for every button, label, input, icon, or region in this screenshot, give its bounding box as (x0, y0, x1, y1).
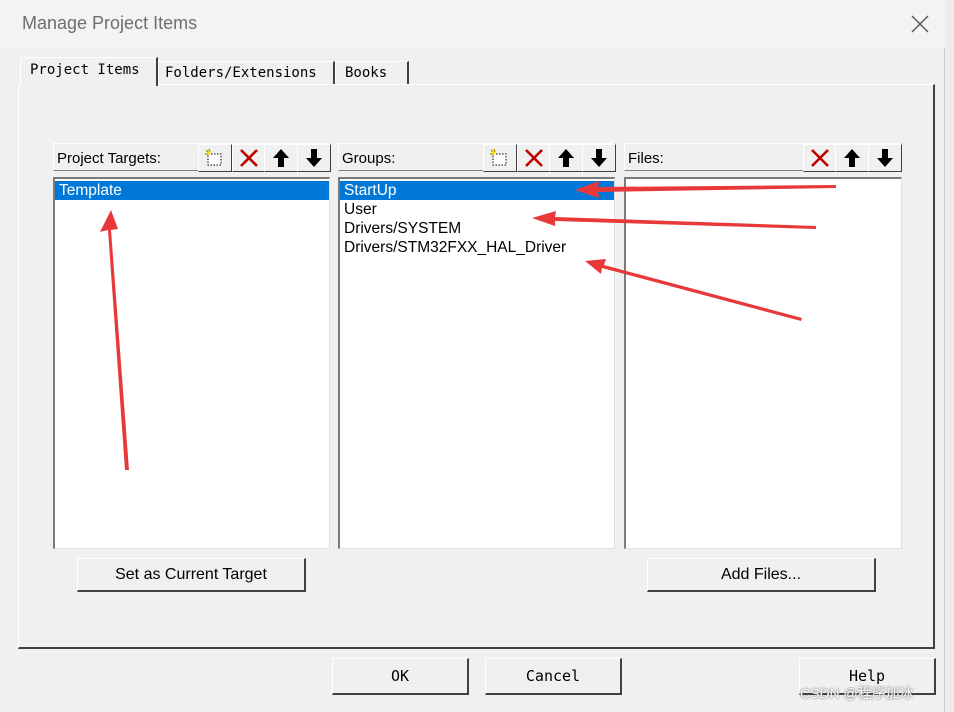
arrow-down-icon (306, 149, 322, 167)
manage-project-items-dialog: Manage Project Items Project Items Folde… (0, 0, 945, 712)
tab-folders-extensions[interactable]: Folders/Extensions (158, 61, 335, 85)
files-label: Files: (628, 150, 664, 167)
tab-label: Books (345, 65, 388, 81)
delete-x-icon (240, 149, 258, 167)
new-item-icon (205, 148, 222, 166)
arrow-up-icon (844, 149, 860, 167)
move-target-up-button[interactable] (264, 144, 298, 172)
set-current-target-button[interactable]: Set as Current Target (77, 558, 306, 592)
window-title: Manage Project Items (22, 13, 198, 33)
move-target-down-button[interactable] (297, 144, 331, 172)
delete-x-icon (525, 149, 543, 167)
add-files-button[interactable]: Add Files... (647, 558, 876, 592)
groups-list[interactable]: StartUp User Drivers/SYSTEM Drivers/STM3… (338, 177, 615, 549)
groups-label: Groups: (342, 150, 396, 167)
close-icon (911, 15, 929, 33)
tab-books[interactable]: Books (335, 61, 409, 85)
group-item[interactable]: User (340, 200, 614, 219)
arrow-down-icon (591, 149, 607, 167)
delete-group-button[interactable] (517, 144, 551, 172)
new-item-icon (490, 148, 507, 166)
delete-file-button[interactable] (803, 144, 837, 172)
move-file-down-button[interactable] (868, 144, 902, 172)
watermark: CSDN @程序加冰 (800, 685, 914, 701)
targets-list[interactable]: Template (53, 177, 330, 549)
tab-project-items[interactable]: Project Items (20, 57, 158, 86)
new-group-button[interactable] (483, 144, 517, 172)
files-list[interactable] (624, 177, 902, 549)
arrow-up-icon (273, 149, 289, 167)
new-target-button[interactable] (198, 144, 232, 172)
targets-header: Project Targets: (53, 143, 331, 172)
delete-target-button[interactable] (232, 144, 266, 172)
files-header: Files: (624, 143, 902, 172)
targets-label: Project Targets: (57, 150, 161, 167)
delete-x-icon (811, 149, 829, 167)
set-current-target-label: Set as Current Target (115, 565, 267, 583)
move-group-up-button[interactable] (549, 144, 583, 172)
close-button[interactable] (898, 6, 942, 42)
tab-label: Folders/Extensions (165, 65, 317, 81)
arrow-up-icon (558, 149, 574, 167)
group-item[interactable]: Drivers/STM32FXX_HAL_Driver (340, 238, 614, 257)
ok-button[interactable]: OK (332, 658, 469, 695)
tab-label: Project Items (30, 62, 140, 78)
cancel-button[interactable]: Cancel (485, 658, 622, 695)
title-bar: Manage Project Items (0, 0, 945, 48)
target-item[interactable]: Template (55, 181, 329, 200)
background-strip (946, 0, 954, 712)
cancel-label: Cancel (525, 667, 581, 685)
move-file-up-button[interactable] (835, 144, 869, 172)
add-files-label: Add Files... (720, 565, 802, 583)
group-item[interactable]: Drivers/SYSTEM (340, 219, 614, 238)
ok-label: OK (390, 667, 410, 685)
move-group-down-button[interactable] (582, 144, 616, 172)
group-item[interactable]: StartUp (340, 181, 614, 200)
arrow-down-icon (877, 149, 893, 167)
groups-header: Groups: (338, 143, 616, 172)
